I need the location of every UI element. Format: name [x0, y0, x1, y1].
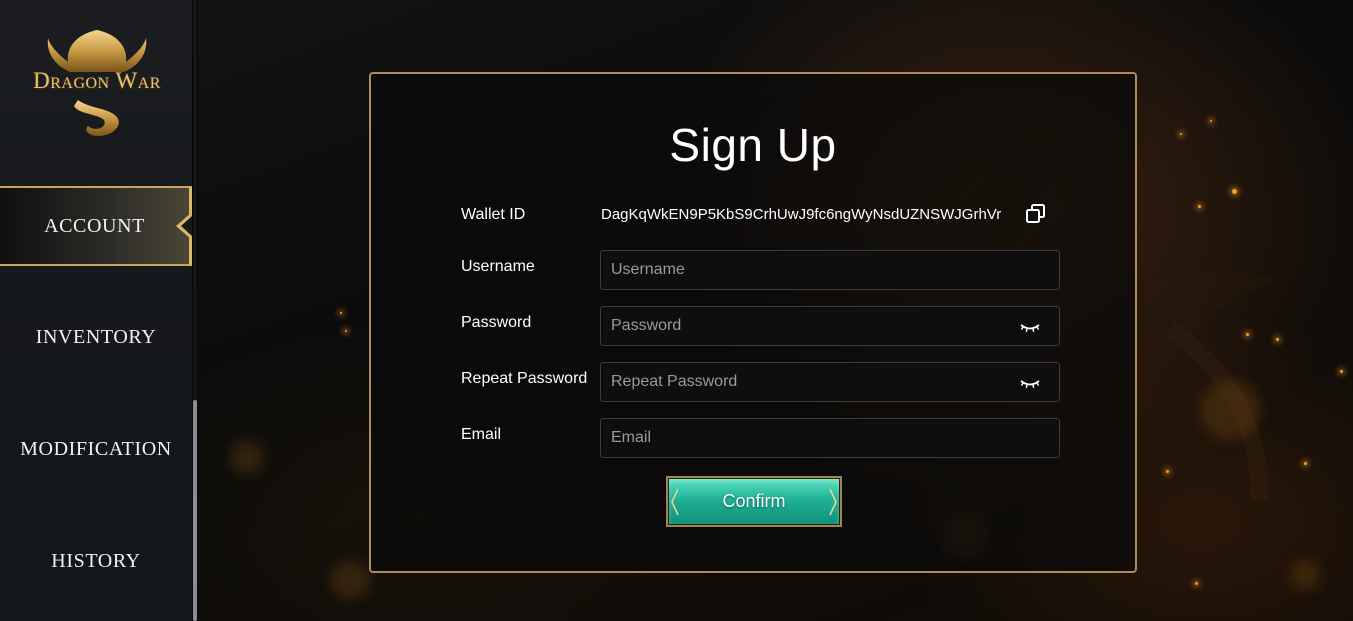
- eye-closed-icon[interactable]: [1019, 319, 1041, 335]
- bokeh-light: [230, 440, 264, 474]
- spark-particle: [345, 330, 347, 332]
- email-label: Email: [461, 426, 502, 443]
- button-ornament-left-icon: [671, 488, 679, 515]
- confirm-button[interactable]: Confirm: [666, 476, 842, 527]
- active-indicator-arrow-inner: [181, 216, 192, 236]
- spark-particle: [1246, 333, 1249, 336]
- spark-particle: [1180, 133, 1182, 135]
- sidebar-item-modification[interactable]: MODIFICATION: [0, 409, 192, 489]
- sidebar-item-inventory[interactable]: INVENTORY: [0, 297, 192, 377]
- username-label: Username: [461, 258, 535, 275]
- sidebar-item-label: ACCOUNT: [44, 214, 145, 237]
- spark-particle: [1210, 120, 1212, 122]
- repeat-password-input[interactable]: [601, 363, 1059, 401]
- password-label: Password: [461, 314, 532, 331]
- sidebar-item-history[interactable]: HISTORY: [0, 521, 192, 601]
- spark-particle: [1232, 189, 1237, 194]
- wallet-id-label: Wallet ID: [461, 206, 526, 223]
- confirm-button-label: Confirm: [722, 491, 786, 511]
- username-input[interactable]: [601, 251, 1059, 289]
- dragon-war-logo[interactable]: Dragon War: [18, 24, 176, 144]
- button-ornament-right-icon: [829, 488, 837, 515]
- password-field[interactable]: [600, 306, 1060, 346]
- spark-particle: [1195, 582, 1198, 585]
- spark-particle: [1340, 370, 1343, 373]
- sidebar-item-label: INVENTORY: [35, 325, 157, 348]
- logo-text: Dragon War: [33, 68, 161, 93]
- wallet-id-value: DagKqWkEN9P5KbS9CrhUwJ9fc6ngWyNsdUZNSWJG…: [601, 206, 1002, 223]
- repeat-password-field[interactable]: [600, 362, 1060, 402]
- bokeh-light: [1200, 380, 1260, 440]
- copy-icon[interactable]: [1025, 203, 1047, 225]
- page-title: Sign Up: [669, 119, 837, 171]
- email-input[interactable]: [601, 419, 1059, 457]
- app-root: Dragon War ACCOUNT INVENTORY MODIFICATIO…: [0, 0, 1353, 621]
- sidebar: Dragon War ACCOUNT INVENTORY MODIFICATIO…: [0, 0, 192, 621]
- spark-particle: [1166, 470, 1169, 473]
- username-field[interactable]: [600, 250, 1060, 290]
- sidebar-item-label: HISTORY: [51, 549, 141, 572]
- bokeh-light: [1290, 560, 1320, 590]
- sidebar-item-account[interactable]: ACCOUNT: [0, 186, 192, 266]
- email-field[interactable]: [600, 418, 1060, 458]
- signup-panel: Sign Up Wallet ID DagKqWkEN9P5KbS9CrhUwJ…: [369, 72, 1137, 573]
- sidebar-item-label: MODIFICATION: [20, 437, 172, 460]
- eye-closed-icon[interactable]: [1019, 375, 1041, 391]
- sidebar-scrollbar[interactable]: [193, 400, 197, 621]
- spark-particle: [340, 312, 342, 314]
- spark-particle: [1276, 338, 1279, 341]
- spark-particle: [1198, 205, 1201, 208]
- password-input[interactable]: [601, 307, 1059, 345]
- repeat-password-label: Repeat Password: [461, 370, 588, 387]
- spark-particle: [1304, 462, 1307, 465]
- bokeh-light: [330, 560, 370, 600]
